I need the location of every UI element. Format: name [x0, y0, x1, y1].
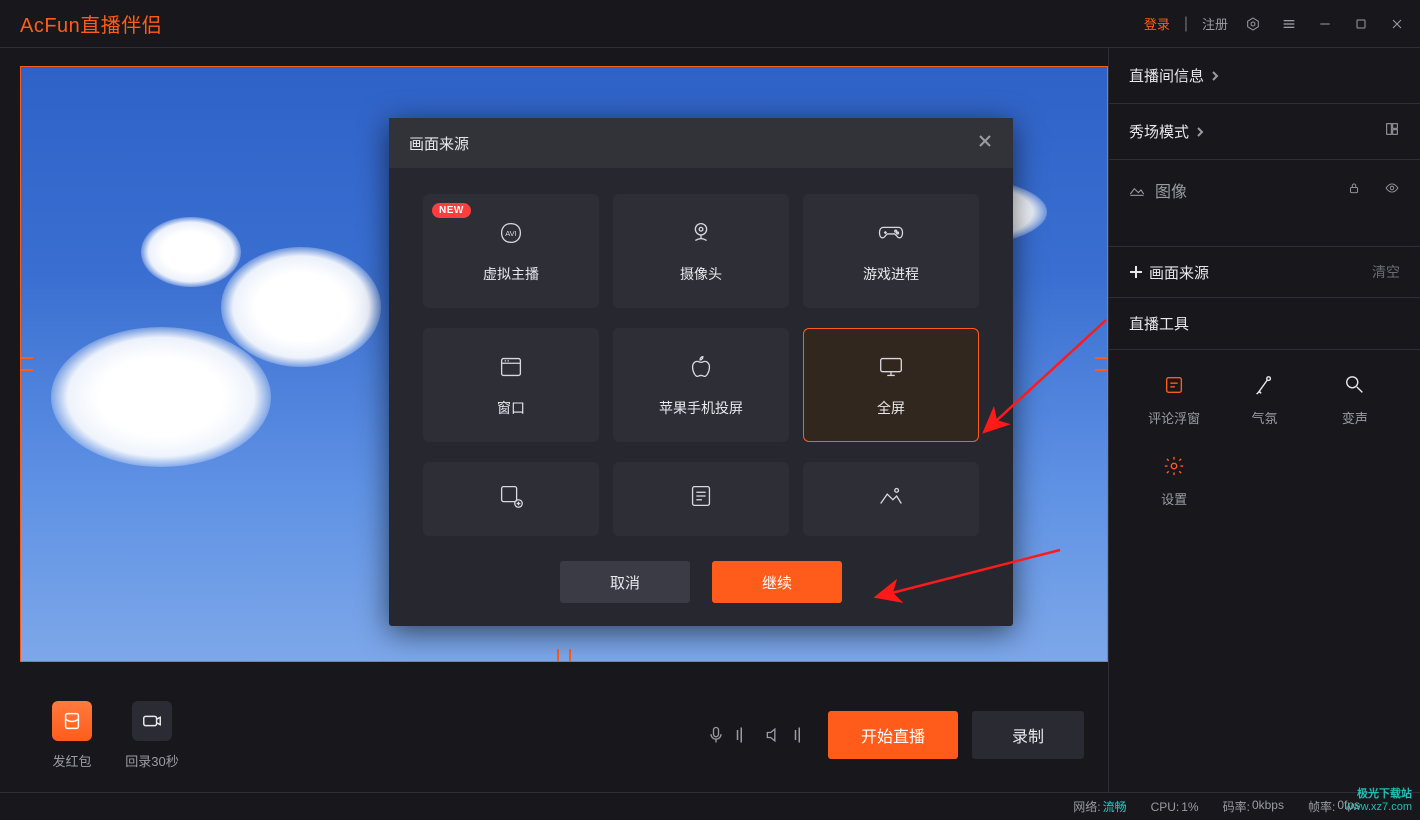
status-fps: 帧率:0fps: [1308, 798, 1360, 815]
minimize-icon[interactable]: [1314, 13, 1336, 35]
source-item-label: 图像: [1155, 178, 1187, 202]
source-iphone[interactable]: 苹果手机投屏: [613, 328, 789, 442]
close-icon: [977, 133, 993, 149]
record-button[interactable]: 录制: [972, 711, 1084, 759]
red-packet-icon: [52, 701, 92, 741]
modal-footer: 取消 继续: [389, 538, 1013, 626]
live-tools-title: 直播工具: [1109, 298, 1420, 350]
tool-voice[interactable]: 变声: [1310, 374, 1400, 427]
svg-text:AVI: AVI: [505, 229, 517, 238]
source-game[interactable]: 游戏进程: [803, 194, 979, 308]
continue-button[interactable]: 继续: [712, 561, 842, 603]
room-info-label: 直播间信息: [1129, 65, 1400, 86]
source-fullscreen[interactable]: 全屏: [803, 328, 979, 442]
source-label: 游戏进程: [863, 264, 919, 284]
camera-icon: [686, 218, 716, 248]
add-source-label: 画面来源: [1149, 262, 1209, 283]
title-bar-right: 登录 | 注册: [1144, 13, 1408, 35]
tool-label: 评论浮窗: [1148, 408, 1200, 427]
tool-label: 变声: [1342, 408, 1368, 427]
gamepad-icon: [876, 218, 906, 248]
modal-header: 画面来源: [389, 118, 1013, 168]
show-mode-row[interactable]: 秀场模式: [1109, 104, 1420, 160]
chevron-right-icon: [1210, 68, 1220, 78]
source-item-image[interactable]: 图像: [1129, 170, 1400, 210]
modal-title: 画面来源: [409, 133, 469, 154]
replay-button[interactable]: 回录30秒: [112, 701, 192, 770]
tool-danmaku[interactable]: 评论浮窗: [1129, 374, 1219, 427]
bottom-strip: 发红包 回录30秒 开始直播 录制: [20, 678, 1108, 792]
red-packet-button[interactable]: 发红包: [32, 701, 112, 770]
source-text[interactable]: [613, 462, 789, 536]
clear-sources-button[interactable]: 清空: [1372, 262, 1400, 282]
source-grid: NEW AVI 虚拟主播 摄像头 游戏进程 窗口 苹果手机投屏 全屏: [389, 168, 1013, 538]
volume-control[interactable]: [764, 725, 808, 745]
maximize-icon[interactable]: [1350, 13, 1372, 35]
voice-change-icon: [1344, 374, 1366, 396]
capture-icon: [496, 481, 526, 511]
mic-icon: [706, 725, 726, 745]
source-label: 全屏: [877, 398, 905, 418]
status-cpu: CPU:1%: [1151, 800, 1199, 814]
tool-grid: 评论浮窗 气氛 变声 设置: [1109, 350, 1420, 532]
tool-label: 气氛: [1251, 408, 1277, 427]
source-image[interactable]: [803, 462, 979, 536]
speaker-icon: [764, 725, 784, 745]
apple-icon: [686, 352, 716, 382]
source-list: 图像: [1109, 160, 1420, 246]
source-label: 虚拟主播: [483, 264, 539, 284]
plus-icon: [1129, 265, 1143, 279]
image-source-icon: [1129, 183, 1145, 197]
tool-label: 设置: [1161, 489, 1187, 508]
source-label: 苹果手机投屏: [659, 398, 743, 418]
menu-icon[interactable]: [1278, 13, 1300, 35]
start-live-button[interactable]: 开始直播: [828, 711, 958, 759]
source-vtuber[interactable]: NEW AVI 虚拟主播: [423, 194, 599, 308]
lock-icon[interactable]: [1346, 181, 1362, 200]
right-pane: 直播间信息 秀场模式 图像 画面来源 清空 直播工具: [1108, 48, 1420, 792]
source-capture[interactable]: [423, 462, 599, 536]
source-window[interactable]: 窗口: [423, 328, 599, 442]
settings-hex-icon[interactable]: [1242, 13, 1264, 35]
room-info-row[interactable]: 直播间信息: [1109, 48, 1420, 104]
status-bitrate: 码率:0kbps: [1223, 798, 1284, 815]
replay-label: 回录30秒: [125, 751, 178, 770]
cancel-button[interactable]: 取消: [560, 561, 690, 603]
brand-logo: AcFun直播伴侣: [12, 9, 162, 38]
replay-icon: [132, 701, 172, 741]
chevron-right-icon: [1195, 124, 1205, 134]
red-packet-label: 发红包: [52, 751, 91, 770]
window-icon: [496, 352, 526, 382]
close-window-icon[interactable]: [1386, 13, 1408, 35]
source-camera[interactable]: 摄像头: [613, 194, 789, 308]
login-link[interactable]: 登录: [1144, 14, 1170, 33]
layout-icon[interactable]: [1384, 121, 1400, 142]
eye-icon[interactable]: [1384, 181, 1400, 200]
atmosphere-icon: [1253, 374, 1275, 396]
status-bar: 网络:流畅 CPU:1% 码率:0kbps 帧率:0fps: [0, 792, 1420, 820]
tool-settings[interactable]: 设置: [1129, 455, 1219, 508]
new-badge: NEW: [432, 203, 471, 218]
media-controls: [706, 725, 808, 745]
modal-close-button[interactable]: [977, 133, 993, 154]
status-network: 网络:流畅: [1073, 798, 1126, 815]
vtuber-icon: AVI: [496, 218, 526, 248]
source-modal: 画面来源 NEW AVI 虚拟主播 摄像头 游戏进程 窗口 苹果手机投屏 全屏: [389, 118, 1013, 626]
tool-atmosphere[interactable]: 气氛: [1219, 374, 1309, 427]
mic-control[interactable]: [706, 725, 750, 745]
text-icon: [686, 481, 716, 511]
picture-icon: [876, 481, 906, 511]
show-mode-label: 秀场模式: [1129, 121, 1374, 142]
monitor-icon: [876, 352, 906, 382]
danmaku-icon: [1163, 374, 1185, 396]
add-source-button[interactable]: 画面来源: [1129, 262, 1209, 283]
add-source-row: 画面来源 清空: [1109, 246, 1420, 298]
source-label: 窗口: [497, 398, 525, 418]
register-link[interactable]: 注册: [1202, 14, 1228, 33]
gear-icon: [1163, 455, 1185, 477]
source-label: 摄像头: [680, 264, 722, 284]
title-bar: AcFun直播伴侣 登录 | 注册: [0, 0, 1420, 48]
